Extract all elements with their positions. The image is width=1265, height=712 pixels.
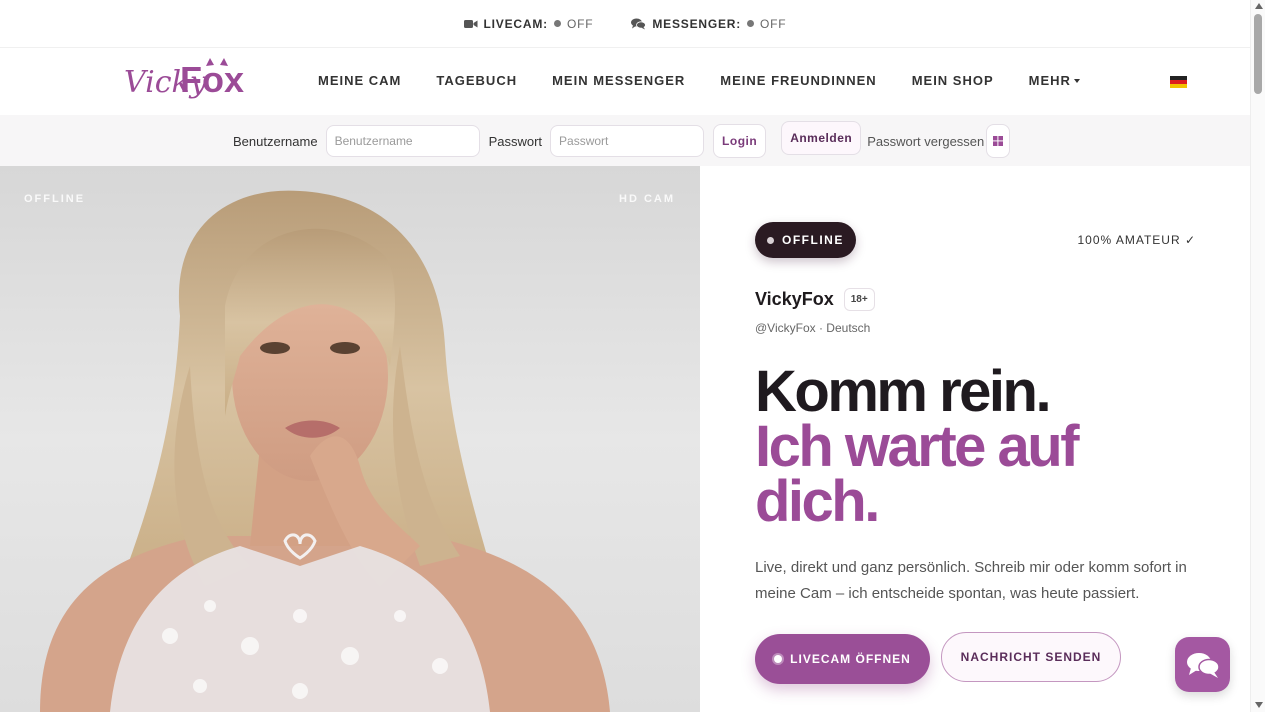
livecam-state: OFF — [566, 16, 594, 31]
login-form: Benutzername Passwort Login Anmelden Pas… — [233, 121, 1011, 158]
page-scrollbar[interactable] — [1250, 0, 1265, 712]
chat-button[interactable] — [1175, 637, 1230, 692]
username-input[interactable] — [325, 125, 480, 157]
password-label: Passwort — [488, 133, 543, 149]
register-button[interactable]: Anmelden — [781, 121, 862, 155]
password-input[interactable] — [550, 125, 705, 157]
nav-item-mehr-dropdown[interactable]: MEHR — [1029, 73, 1080, 88]
profile-name: VickyFox — [755, 289, 834, 309]
status-dot-icon — [767, 236, 774, 244]
livecam-label: LIVECAM: — [483, 16, 548, 31]
live-dot-icon — [774, 655, 783, 663]
main-navbar: Vicky Fox MEINE CAM TAGEBUCH MEIN MESSEN… — [0, 48, 1250, 115]
status-dot-icon — [553, 20, 561, 27]
profile-handle: @VickyFox · Deutsch — [755, 321, 871, 335]
status-pill: OFFLINE — [755, 222, 856, 258]
scroll-up-arrow-icon[interactable] — [1255, 3, 1263, 9]
nav-item-mein-shop[interactable]: MEIN SHOP — [912, 73, 994, 88]
nav-item-tagebuch[interactable]: TAGEBUCH — [436, 73, 517, 88]
caret-down-icon — [1073, 78, 1080, 83]
status-dot-icon — [747, 20, 755, 27]
vickyfox-logo[interactable]: Vicky Fox — [124, 54, 260, 110]
hero-photo[interactable]: OFFLINE HD CAM — [0, 166, 700, 712]
windows-login-button[interactable] — [986, 124, 1011, 158]
nav-menu: MEINE CAM TAGEBUCH MEIN MESSENGER MEINE … — [318, 73, 1080, 88]
video-camera-icon — [463, 19, 478, 28]
photo-offline-label: OFFLINE — [24, 193, 86, 205]
messenger-label: MESSENGER: — [652, 16, 742, 31]
open-livecam-label: LIVECAM ÖFFNEN — [790, 652, 911, 666]
headline-line-2: Ich warte auf — [755, 414, 1080, 479]
profile-panel: OFFLINE 100% AMATEUR ✓ VickyFox 18+ @Vic… — [700, 166, 1250, 712]
status-pill-label: OFFLINE — [782, 233, 844, 247]
status-bar: LIVECAM: OFF MESSENGER: OFF — [0, 0, 1250, 48]
username-label: Benutzername — [233, 133, 318, 149]
model-photo-illustration — [40, 190, 610, 712]
messenger-state: OFF — [760, 16, 787, 31]
open-livecam-button[interactable]: LIVECAM ÖFFNEN — [755, 634, 930, 684]
send-message-button[interactable]: NACHRICHT SENDEN — [941, 632, 1121, 682]
nav-item-mehr-label: MEHR — [1028, 73, 1071, 88]
messenger-status: MESSENGER: OFF — [631, 17, 786, 31]
profile-description: Live, direkt und ganz persönlich. Schrei… — [755, 559, 1187, 602]
hero-headline: Komm rein. Ich warte auf dich. — [755, 359, 1080, 534]
age-badge: 18+ — [843, 288, 875, 311]
headline-line-1: Komm rein. — [755, 359, 1052, 424]
scroll-down-arrow-icon[interactable] — [1255, 702, 1263, 708]
windows-icon — [993, 136, 1004, 146]
livecam-status: LIVECAM: OFF — [463, 16, 594, 31]
login-button[interactable]: Login — [713, 124, 767, 158]
hd-cam-label: HD CAM — [619, 193, 675, 205]
nav-item-meine-cam[interactable]: MEINE CAM — [318, 73, 401, 88]
nav-item-meine-freundinnen[interactable]: MEINE FREUNDINNEN — [720, 73, 876, 88]
headline-line-3: dich. — [755, 469, 880, 534]
scroll-thumb[interactable] — [1254, 14, 1262, 94]
profile-name-row: VickyFox 18+ — [755, 288, 875, 311]
nav-item-mein-messenger[interactable]: MEIN MESSENGER — [552, 73, 685, 88]
forgot-password-link[interactable]: Passwort vergessen — [867, 134, 984, 149]
chat-bubbles-icon — [631, 18, 647, 29]
login-bar: Benutzername Passwort Login Anmelden Pas… — [0, 115, 1250, 166]
german-flag-icon[interactable] — [1170, 76, 1187, 88]
chat-icon — [1186, 652, 1220, 678]
amateur-badge: 100% AMATEUR ✓ — [1077, 233, 1196, 247]
